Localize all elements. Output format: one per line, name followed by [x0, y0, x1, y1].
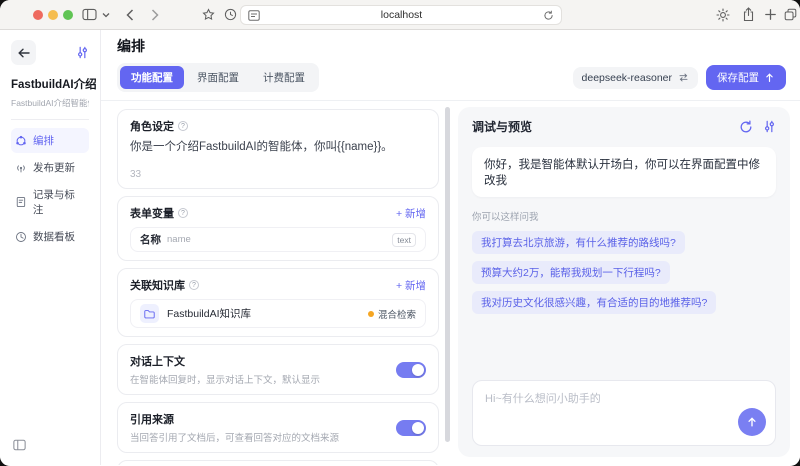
tab-interface-config[interactable]: 界面配置 — [186, 66, 250, 89]
browser-chrome: localhost — [0, 0, 800, 30]
citation-title: 引用来源 — [130, 411, 339, 427]
sidebar-item-label: 发布更新 — [33, 160, 75, 175]
context-title: 对话上下文 — [130, 353, 320, 369]
traffic-lights — [33, 10, 73, 20]
agent-subtitle: FastbuildAI介绍智能体 — [11, 97, 89, 109]
chat-input-box[interactable] — [472, 380, 776, 446]
scrollbar-thumb[interactable] — [445, 107, 450, 442]
tab-function-config[interactable]: 功能配置 — [120, 66, 184, 89]
switch-model-icon — [678, 72, 689, 83]
help-icon[interactable]: ? — [178, 208, 188, 218]
save-config-label: 保存配置 — [717, 70, 759, 85]
publish-arrow-icon — [764, 72, 775, 83]
variable-type-badge: text — [392, 233, 416, 247]
refresh-icon[interactable] — [739, 120, 753, 134]
citation-toggle-card: 引用来源 当回答引用了文档后，可查看回答对应的文档来源 — [117, 402, 439, 453]
new-tab-plus-icon[interactable] — [765, 9, 776, 20]
context-desc: 在智能体回复时，显示对话上下文，默认显示 — [130, 372, 320, 386]
suggested-questions: 我打算去北京旅游，有什么推荐的路线吗? 预算大约2万，能帮我规划一下行程吗? 我… — [472, 231, 776, 314]
sidebar-item-label: 记录与标注 — [33, 187, 85, 217]
page-title: 编排 — [117, 36, 786, 56]
role-prompt-textarea[interactable]: 你是一个介绍FastbuildAI的智能体，你叫{{name}}。 — [130, 139, 426, 156]
form-variables-card: 表单变量 ? + 新增 名称 name text — [117, 196, 439, 261]
extensions-gear-icon[interactable] — [716, 8, 730, 22]
minimize-window-button[interactable] — [48, 10, 58, 20]
agent-sidebar: FastbuildAI介绍 FastbuildAI介绍智能体 编排 发布更新 记… — [0, 30, 101, 465]
share-icon[interactable] — [742, 7, 755, 22]
knowledge-row[interactable]: FastbuildAI知识库 混合检索 — [130, 299, 426, 328]
suggested-question[interactable]: 我对历史文化很感兴趣，有合适的目的地推荐吗? — [472, 291, 716, 314]
tab-billing-config[interactable]: 计费配置 — [252, 66, 316, 89]
knowledge-base-card: 关联知识库 ? + 新增 FastbuildAI知识库 — [117, 268, 439, 337]
debug-preview-panel: 调试与预览 你好，我是智能体默认开场白，你可以在界面配置中修改我 你可以这样问我 — [458, 107, 790, 457]
role-setting-label: 角色设定 — [130, 118, 174, 134]
add-variable-button[interactable]: + 新增 — [396, 206, 426, 221]
suggestions-hint: 你可以这样问我 — [472, 209, 776, 223]
zoom-window-button[interactable] — [63, 10, 73, 20]
save-config-button[interactable]: 保存配置 — [706, 65, 786, 90]
agent-title: FastbuildAI介绍 — [11, 76, 89, 92]
help-icon[interactable]: ? — [189, 280, 199, 290]
context-toggle-card: 对话上下文 在智能体回复时，显示对话上下文，默认显示 — [117, 344, 439, 395]
chevron-down-icon[interactable] — [102, 12, 110, 18]
add-knowledge-button[interactable]: + 新增 — [396, 278, 426, 293]
sidebar-item-label: 编排 — [33, 133, 54, 148]
history-clock-icon[interactable] — [224, 8, 237, 21]
collapse-sidebar-icon[interactable] — [13, 438, 26, 456]
send-button[interactable] — [738, 408, 766, 436]
assistant-greeting-bubble: 你好，我是智能体默认开场白，你可以在界面配置中修改我 — [472, 147, 776, 197]
preview-title: 调试与预览 — [472, 118, 532, 135]
sidebar-item-label: 数据看板 — [33, 229, 75, 244]
citation-toggle[interactable] — [396, 420, 426, 436]
back-arrow-button[interactable] — [11, 40, 36, 65]
model-selector[interactable]: deepseek-reasoner — [573, 67, 698, 89]
sidebar-item-publish[interactable]: 发布更新 — [11, 155, 89, 180]
model-name: deepseek-reasoner — [582, 72, 672, 84]
bookmark-star-icon[interactable] — [202, 8, 215, 21]
sidebar-divider — [11, 119, 89, 120]
page-header: 编排 功能配置 界面配置 计费配置 deepseek-reasoner 保存配置 — [101, 30, 800, 101]
sidebar-item-orchestrate[interactable]: 编排 — [11, 128, 89, 153]
dashboard-clock-icon — [15, 231, 27, 243]
variable-key: name — [167, 234, 191, 245]
browser-window: localhost — [0, 0, 800, 466]
context-toggle[interactable] — [396, 362, 426, 378]
suggested-question[interactable]: 我打算去北京旅游，有什么推荐的路线吗? — [472, 231, 685, 254]
citation-desc: 当回答引用了文档后，可查看回答对应的文档来源 — [130, 430, 339, 444]
broadcast-icon — [15, 162, 27, 174]
close-window-button[interactable] — [33, 10, 43, 20]
annotation-toggle-card: 问答标注 支持管理员和用户标注问题和答案 — [117, 460, 439, 465]
retrieval-mode-label: 混合检索 — [378, 307, 416, 321]
reader-icon[interactable] — [248, 10, 260, 21]
sidebar-item-records[interactable]: 记录与标注 — [11, 182, 89, 222]
document-icon — [15, 196, 27, 208]
retrieval-mode: 混合检索 — [368, 307, 416, 321]
preview-settings-icon[interactable] — [763, 120, 776, 133]
folder-icon — [140, 304, 159, 323]
variable-name: 名称 — [140, 232, 161, 247]
sidebar-toggle-icon[interactable] — [82, 8, 97, 21]
sidebar-item-dashboard[interactable]: 数据看板 — [11, 224, 89, 249]
url-text[interactable]: localhost — [260, 9, 543, 21]
tab-overview-icon[interactable] — [784, 8, 797, 21]
sidebar-filter-icon[interactable] — [76, 46, 89, 59]
variable-row[interactable]: 名称 name text — [130, 227, 426, 252]
knowledge-name: FastbuildAI知识库 — [167, 306, 251, 321]
char-count: 33 — [130, 169, 426, 180]
config-panel: 角色设定 ? 你是一个介绍FastbuildAI的智能体，你叫{{name}}。… — [101, 101, 452, 465]
workflow-icon — [15, 135, 27, 147]
url-bar[interactable]: localhost — [240, 5, 562, 25]
chat-input[interactable] — [485, 390, 713, 436]
knowledge-base-label: 关联知识库 — [130, 277, 185, 293]
status-dot — [368, 311, 374, 317]
help-icon[interactable]: ? — [178, 121, 188, 131]
back-button[interactable] — [126, 9, 134, 21]
reload-icon[interactable] — [543, 10, 554, 21]
send-arrow-icon — [746, 416, 758, 428]
config-tabs: 功能配置 界面配置 计费配置 — [117, 63, 319, 92]
suggested-question[interactable]: 预算大约2万，能帮我规划一下行程吗? — [472, 261, 670, 284]
form-variables-label: 表单变量 — [130, 205, 174, 221]
forward-button[interactable] — [151, 9, 159, 21]
role-setting-card: 角色设定 ? 你是一个介绍FastbuildAI的智能体，你叫{{name}}。… — [117, 109, 439, 189]
